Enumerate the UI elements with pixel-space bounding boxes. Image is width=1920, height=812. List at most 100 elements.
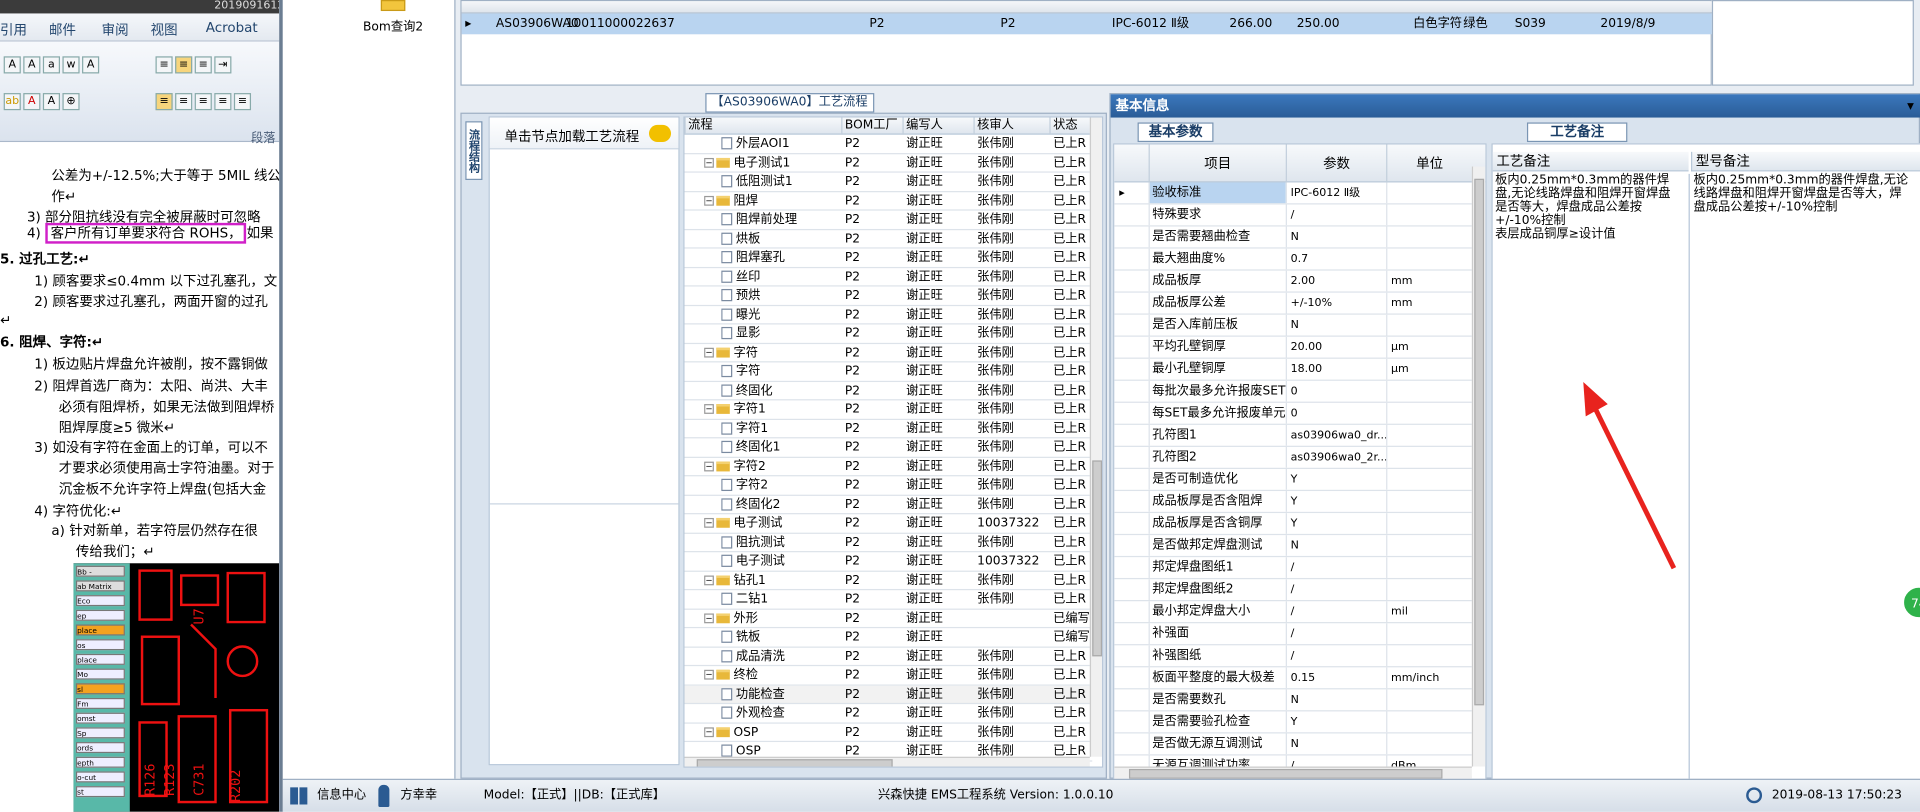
param-row[interactable]: 特殊要求 / [1114,204,1472,227]
info-dropdown-icon[interactable]: ▾ [1907,94,1914,117]
flow-col-header[interactable]: 编写人 [902,117,943,135]
font-color-icon[interactable]: A [23,93,41,111]
collapse-icon[interactable]: − [704,461,714,471]
cad-layer-item[interactable]: sl [75,683,125,695]
cad-layer-item[interactable]: ab Matrix [75,580,125,592]
flow-vscroll-thumb[interactable] [1092,460,1103,657]
param-value[interactable]: Y [1285,711,1386,733]
flow-col-header[interactable]: 核审人 [973,117,1014,135]
align-center-icon[interactable]: ≡ [175,93,193,111]
param-value[interactable]: 0 [1285,402,1386,424]
params-hscroll-thumb[interactable] [1128,768,1443,779]
flow-row[interactable]: 二钻1 P2 谢正旺 张伟刚 已上R [684,590,1093,610]
params-vscroll[interactable] [1471,166,1486,767]
param-value[interactable]: N [1285,733,1386,755]
cad-layer-item[interactable]: os [75,639,125,651]
cad-layer-item[interactable]: Sp [75,727,125,739]
param-row[interactable]: 板面平整度的最大极差 0.15 mm/inch [1114,667,1472,690]
param-row[interactable]: 成品板厚是否含阻焊 Y [1114,491,1472,514]
param-row[interactable]: 是否可制造优化 Y [1114,468,1472,492]
flow-row[interactable]: − 字符2 P2 谢正旺 张伟刚 已上R [684,457,1093,477]
flow-row[interactable]: − 钻孔1 P2 谢正旺 张伟刚 已上R [684,571,1093,591]
cad-layer-item[interactable]: o-cut [75,771,125,783]
flow-row[interactable]: − 字符 P2 谢正旺 张伟刚 已上R [684,343,1093,363]
flow-row[interactable]: 字符2 P2 谢正旺 张伟刚 已上R [684,476,1093,496]
cad-layer-item[interactable]: epth [75,756,125,768]
bullets-icon[interactable]: ≡ [155,56,173,74]
distributed-icon[interactable]: ≡ [233,93,252,111]
flow-row[interactable]: − 电子测试1 P2 谢正旺 张伟刚 已上R [684,154,1093,173]
param-col-header[interactable]: 参数 [1285,144,1386,183]
cad-layer-item[interactable]: omst [75,712,125,724]
ribbon-tab[interactable]: 引用 [0,20,27,40]
collapse-icon[interactable]: − [704,574,714,585]
collapse-icon[interactable]: − [704,517,714,528]
flow-row[interactable]: 终固化1 P2 谢正旺 张伟刚 已上R [684,438,1093,458]
param-value[interactable]: 20.00 [1285,336,1386,358]
ribbon-tab[interactable]: 视图 [151,20,178,40]
flow-row[interactable]: 字符1 P2 谢正旺 张伟刚 已上R [684,419,1093,439]
order-row-selected[interactable]: ▸ AS03906WA0 10011000022637 P2 P2 IPC-6012 Ⅱ级… [461,13,1714,35]
flow-row[interactable]: − 字符1 P2 谢正旺 张伟刚 已上R [684,400,1093,420]
param-value[interactable]: / [1285,645,1386,667]
align-left-icon[interactable]: ≡ [155,93,173,111]
param-row[interactable]: 孔符图2 as03906wa0_2r... [1114,446,1472,469]
flow-row[interactable]: 字符 P2 谢正旺 张伟刚 已上R [684,362,1093,382]
param-col-header[interactable]: 项目 [1148,144,1286,183]
param-value[interactable]: N [1285,314,1386,336]
flow-row[interactable]: 终固化 P2 谢正旺 张伟刚 已上R [684,381,1093,401]
collapse-icon[interactable]: − [704,347,714,357]
param-value[interactable]: 18.00 [1285,358,1386,380]
indent-icon[interactable]: ⇥ [214,56,232,74]
notes-tab[interactable]: 工艺备注 [1526,122,1628,143]
flow-tab-title[interactable]: 【AS03906WA0】工艺流程 [705,93,874,113]
collapse-icon[interactable]: − [704,404,714,414]
param-value[interactable]: 2.00 [1285,270,1386,292]
shrink-font-icon[interactable]: A [23,56,41,74]
param-value[interactable]: as03906wa0_dr... [1285,424,1386,446]
char-border-icon[interactable]: A [82,56,100,74]
param-value[interactable]: N [1285,535,1386,556]
highlight-icon[interactable]: ab [3,93,21,111]
collapse-icon[interactable]: − [704,195,714,206]
param-row[interactable]: 每SET最多允许报废单元 0 [1114,402,1472,425]
flow-vertical-tab[interactable]: 流程结构 [465,121,483,181]
cad-layer-item[interactable]: ords [75,742,125,754]
ribbon-tab[interactable]: 审阅 [102,20,129,40]
flow-click-panel[interactable]: 单击节点加载工艺流程 [488,116,680,766]
ribbon-tab[interactable]: 邮件 [49,20,76,40]
multilevel-icon[interactable]: ≡ [194,56,212,74]
bom-query-button[interactable]: Bom查询2 [350,0,436,34]
cad-layer-item[interactable]: Mo [75,668,125,680]
flow-col-header[interactable]: 状态 [1049,117,1078,135]
param-value[interactable]: Y [1285,491,1386,512]
process-note[interactable]: 板内0.25mm*0.3mm的器件焊盘,无论线路焊盘和阻焊开窗焊盘是否等大，焊盘… [1495,174,1676,241]
param-value[interactable]: IPC-6012 Ⅱ级 [1285,182,1386,204]
flow-hscroll[interactable] [684,756,1090,767]
grow-font-icon[interactable]: A [3,56,21,74]
flow-hscroll-thumb[interactable] [696,759,893,767]
param-row[interactable]: 每批次最多允许报废SET 0 [1114,380,1472,403]
cad-layer-item[interactable]: st [75,786,125,798]
param-value[interactable]: N [1285,226,1386,248]
collapse-icon[interactable]: − [704,726,714,737]
flow-row[interactable]: 低阻测试1 P2 谢正旺 张伟刚 已上R [684,173,1093,192]
collapse-icon[interactable]: − [704,669,714,680]
model-note[interactable]: 板内0.25mm*0.3mm的器件焊盘,无论线路焊盘和阻焊开窗焊盘是否等大，焊盘… [1693,174,1909,214]
param-row[interactable]: 最小邦定焊盘大小 / mil [1114,601,1472,624]
flow-row[interactable]: 阻焊塞孔 P2 谢正旺 张伟刚 已上R [684,249,1093,268]
cad-layer-item[interactable]: place [75,624,125,636]
param-value[interactable]: 0 [1285,380,1386,402]
flow-row[interactable]: − 外形 P2 谢正旺 已编写 [684,609,1093,629]
param-value[interactable]: as03906wa0_2r... [1285,446,1386,468]
cad-layer-item[interactable]: place [75,653,125,665]
params-tab[interactable]: 基本参数 [1137,122,1214,143]
param-row[interactable]: 成品板厚公差 +/-10% mm [1114,292,1472,315]
param-row[interactable]: 是否做邦定焊盘测试 N [1114,535,1472,558]
param-value[interactable]: / [1285,204,1386,226]
cad-layer-item[interactable]: Eco [75,595,125,607]
param-row[interactable]: 是否入库前压板 N [1114,314,1472,337]
flow-row[interactable]: 曝光 P2 谢正旺 张伟刚 已上R [684,306,1093,325]
flow-row[interactable]: 铣板 P2 谢正旺 已编写 [684,628,1093,648]
change-case-icon[interactable]: a [42,56,61,74]
